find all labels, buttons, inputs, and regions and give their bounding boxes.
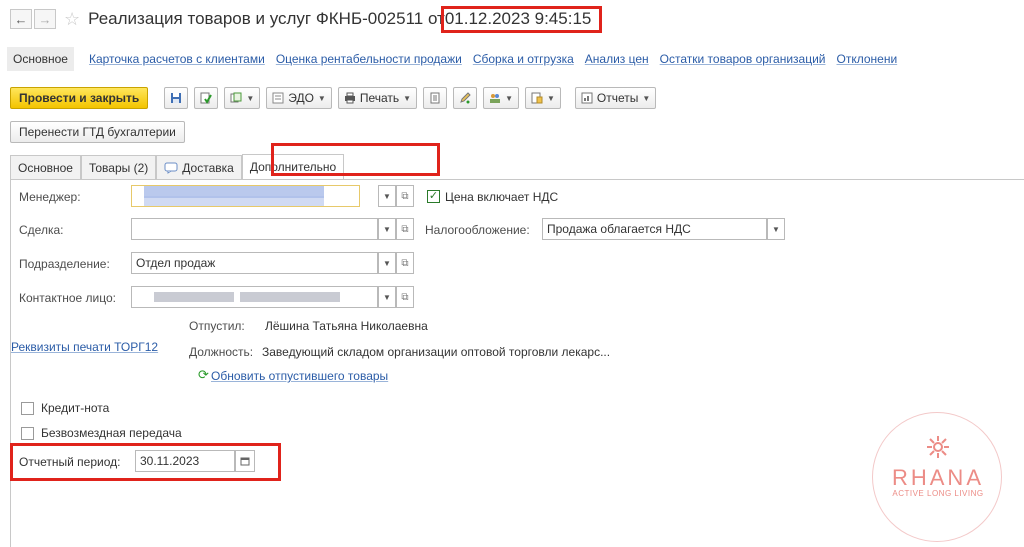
panel-item-stock-balance[interactable]: Остатки товаров организаций (660, 52, 826, 66)
department-open-button[interactable]: ⧉ (396, 252, 414, 274)
tab-goods[interactable]: Товары (2) (80, 155, 157, 179)
tab-delivery[interactable]: Доставка (156, 155, 242, 179)
taxation-label: Налогообложение: (425, 223, 530, 237)
create-based-on-button[interactable]: ▼ (224, 87, 261, 109)
panel-item-main[interactable]: Основное (7, 47, 74, 71)
update-released-by-link[interactable]: Обновить отпустившего товары (211, 369, 388, 383)
create-based-icon (230, 92, 242, 103)
taxation-dropdown-button[interactable]: ▼ (767, 218, 785, 240)
deal-label: Сделка: (19, 223, 64, 237)
attachments-button[interactable]: ▼ (525, 87, 561, 109)
report-icon (581, 92, 593, 104)
chevron-down-icon: ▼ (317, 93, 326, 103)
chevron-down-icon: ▼ (505, 93, 513, 103)
chat-bubble-icon (164, 162, 178, 174)
free-transfer-label: Безвозмездная передача (41, 426, 182, 440)
department-label: Подразделение: (19, 257, 110, 271)
position-value: Заведующий складом организации оптовой т… (262, 345, 611, 359)
contact-person-field[interactable] (131, 286, 378, 308)
contact-person-label: Контактное лицо: (19, 291, 116, 305)
journal-button[interactable] (423, 87, 448, 109)
rhana-logo: RHANA ACTIVE LONG LIVING (872, 412, 1002, 542)
print-button[interactable]: Печать ▼ (337, 87, 418, 109)
document-title: Реализация товаров и услуг ФКНБ-002511 о… (88, 9, 445, 28)
deal-open-button[interactable]: ⧉ (396, 218, 414, 240)
panel-item-deviations[interactable]: Отклонени (837, 52, 898, 66)
refresh-icon[interactable]: ⟳ (198, 367, 209, 383)
reports-button[interactable]: Отчеты ▼ (574, 87, 657, 109)
position-label: Должность: (189, 345, 254, 359)
printer-icon (344, 92, 355, 104)
department-dropdown-button[interactable]: ▼ (378, 252, 396, 274)
post-and-close-button[interactable]: Провести и закрыть (10, 87, 149, 109)
panel-item-price-analysis[interactable]: Анализ цен (585, 52, 649, 66)
free-transfer-checkbox[interactable] (21, 427, 34, 440)
logo-tagline: ACTIVE LONG LIVING (892, 489, 984, 498)
logo-emblem-icon (927, 436, 949, 458)
title-bar: ← → ☆ Реализация товаров и услуг ФКНБ-00… (0, 0, 1024, 38)
manager-label: Менеджер: (19, 190, 81, 204)
released-by-value: Лёшина Татьяна Николаевна (265, 319, 428, 333)
deal-field[interactable] (131, 218, 378, 240)
floppy-disk-icon (171, 93, 182, 103)
period-highlight-frame (10, 443, 281, 481)
tab-highlight-frame (271, 143, 440, 176)
command-bar: Провести и закрыть ▼ ЭДО ▼ Печать ▼ ▼ ▼ … (10, 86, 662, 110)
contact-value-redacted (154, 292, 234, 302)
navigation-panel: Основное Карточка расчетов с клиентами О… (0, 46, 1024, 72)
edo-button[interactable]: ЭДО ▼ (266, 87, 332, 109)
torg12-print-details-link[interactable]: Реквизиты печати ТОРГ12 (11, 340, 158, 354)
journal-icon (430, 92, 440, 104)
contact-person-open-button[interactable]: ⧉ (396, 286, 414, 308)
manager-field[interactable] (131, 185, 360, 207)
deal-dropdown-button[interactable]: ▼ (378, 218, 396, 240)
back-button[interactable]: ← (10, 9, 32, 29)
panel-item-settlement-card[interactable]: Карточка расчетов с клиентами (89, 52, 265, 66)
released-by-label: Отпустил: (189, 319, 245, 333)
post-document-icon (200, 92, 213, 104)
taxation-field[interactable]: Продажа облагается НДС (542, 218, 767, 240)
tab-main[interactable]: Основное (10, 155, 81, 179)
logo-wordmark: RHANA (891, 465, 984, 490)
manager-value-redacted-2 (144, 196, 324, 206)
document-attach-icon (531, 92, 543, 104)
favorite-star-icon[interactable]: ☆ (64, 9, 80, 30)
contact-value-redacted-2 (240, 292, 340, 302)
manager-dropdown-button[interactable]: ▼ (378, 185, 396, 207)
credit-note-label: Кредит-нота (41, 401, 110, 415)
credit-note-checkbox[interactable] (21, 402, 34, 415)
chevron-down-icon: ▼ (642, 93, 651, 103)
contact-person-dropdown-button[interactable]: ▼ (378, 286, 396, 308)
manager-open-button[interactable]: ⧉ (396, 185, 414, 207)
tab-delivery-label: Доставка (182, 160, 234, 175)
price-includes-vat-label: Цена включает НДС (445, 190, 559, 204)
panel-item-assembly-shipment[interactable]: Сборка и отгрузка (473, 52, 574, 66)
arrow-left-icon: ← (14, 11, 28, 27)
post-button[interactable] (194, 87, 219, 109)
department-field[interactable]: Отдел продаж (131, 252, 378, 274)
users-button[interactable]: ▼ (483, 87, 519, 109)
arrow-right-icon: → (38, 11, 52, 27)
forward-button[interactable]: → (34, 9, 56, 29)
chevron-down-icon: ▼ (246, 93, 255, 103)
additional-tab-content: Менеджер: ▼ ⧉ ✓ Цена включает НДС Сделка… (10, 180, 1024, 547)
edo-icon (272, 92, 284, 104)
edo-label: ЭДО (288, 91, 314, 105)
price-includes-vat-checkbox[interactable]: ✓ (427, 190, 440, 203)
chevron-down-icon: ▼ (547, 93, 555, 103)
pencil-icon (460, 92, 471, 104)
chevron-down-icon: ▼ (403, 93, 412, 103)
transfer-gtd-button[interactable]: Перенести ГТД бухгалтерии (10, 121, 185, 143)
reports-label: Отчеты (596, 91, 639, 105)
document-date: 01.12.2023 9:45:15 (440, 5, 603, 33)
panel-item-profitability[interactable]: Оценка рентабельности продажи (276, 52, 462, 66)
save-button[interactable] (164, 87, 189, 109)
users-icon (490, 94, 501, 103)
print-label: Печать (359, 91, 400, 105)
edit-button[interactable] (453, 87, 478, 109)
